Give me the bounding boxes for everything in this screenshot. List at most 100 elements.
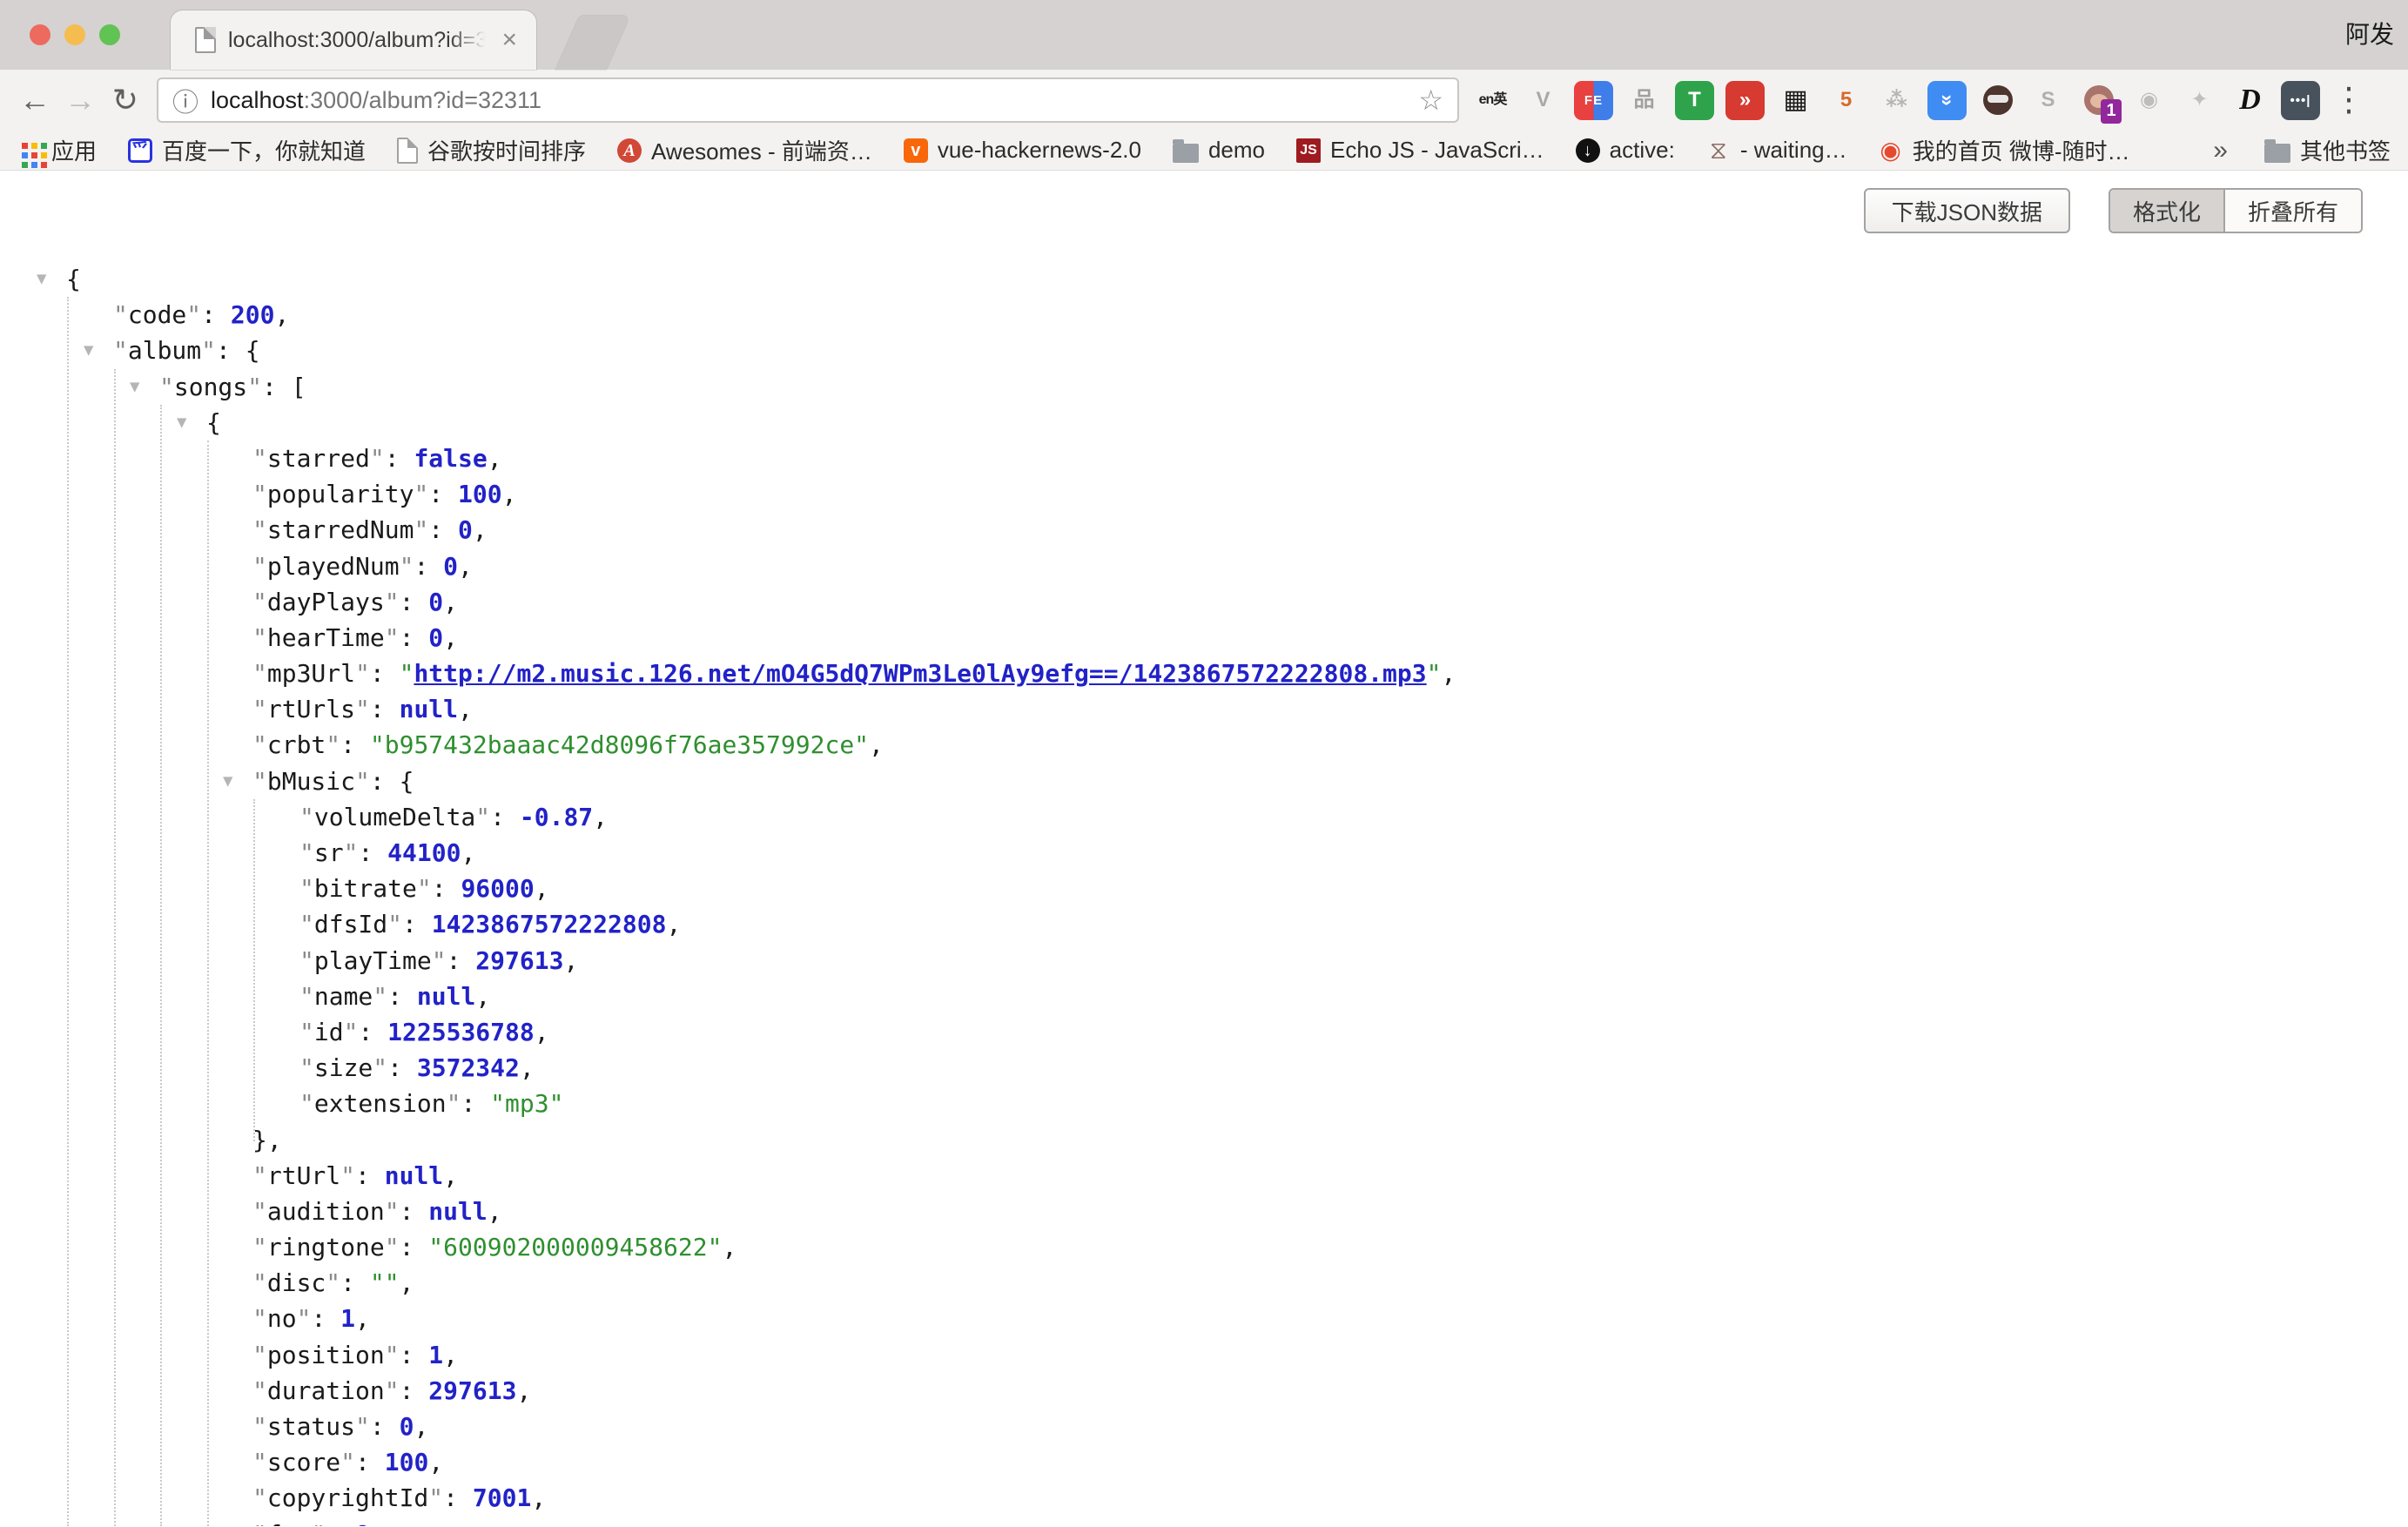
json-token: , — [593, 803, 608, 831]
traffic-lights — [30, 24, 120, 45]
apps-grid-icon — [17, 138, 42, 163]
bookmark-item[interactable]: demo — [1173, 137, 1265, 164]
json-key: duration — [267, 1376, 385, 1405]
json-line-mp3Url: "mp3Url": "http://m2.music.126.net/mO4G5… — [0, 656, 2408, 691]
d-icon[interactable]: D — [2230, 81, 2270, 120]
close-window-button[interactable] — [30, 24, 50, 45]
download-json-button[interactable]: 下载JSON数据 — [1864, 188, 2070, 233]
minimize-window-button[interactable] — [64, 24, 85, 45]
paw-icon[interactable]: ⁂ — [1877, 81, 1916, 120]
json-link-value[interactable]: http://m2.music.126.net/mO4G5dQ7WPm3Le0l… — [414, 659, 1426, 688]
folder-icon — [1173, 144, 1199, 163]
json-token: " — [373, 1053, 387, 1082]
json-key: disc — [267, 1268, 326, 1297]
qr-code-icon[interactable]: ▦ — [1776, 81, 1815, 120]
json-num-value: 8 — [355, 1520, 370, 1526]
bookmark-label: active: — [1610, 137, 1675, 164]
json-token: , — [458, 695, 473, 723]
format-button[interactable]: 格式化 — [2110, 190, 2225, 232]
bookmark-item[interactable]: 应用 — [17, 134, 97, 166]
html5-player-icon: 5 — [1840, 90, 1852, 111]
json-line-starred: "starred": false, — [0, 441, 2408, 476]
bookmark-item[interactable]: 爫百度一下，你就知道 — [128, 134, 366, 166]
monkey-icon[interactable]: 1 — [2079, 81, 2118, 120]
ninja-icon[interactable] — [1978, 81, 2017, 120]
json-line-dayPlays: "dayPlays": 0, — [0, 584, 2408, 620]
tampermonkey-icon: T — [1688, 90, 1701, 111]
json-token: , — [461, 838, 475, 867]
json-token: " — [297, 1304, 312, 1333]
json-open-bracket: { — [400, 767, 414, 796]
indent-guide — [207, 441, 209, 1526]
collapse-arrow-icon[interactable]: ▼ — [84, 333, 93, 368]
json-token: " — [252, 1268, 267, 1297]
html5-player-icon[interactable]: 5 — [1826, 81, 1866, 120]
browser-tab[interactable]: localhost:3000/album?id=323 × — [171, 10, 536, 70]
collapse-arrow-icon[interactable]: ▼ — [177, 405, 186, 441]
s-icon[interactable]: S — [2028, 81, 2068, 120]
json-token: " — [344, 838, 359, 867]
bookmark-item[interactable]: ◉我的首页 微博-随时… — [1879, 134, 2130, 166]
dots-tile-icon[interactable]: •••| — [2281, 81, 2320, 120]
weibo-gray-icon[interactable]: ◉ — [2129, 81, 2169, 120]
new-tab-button[interactable] — [555, 16, 630, 70]
json-bool-value: false — [414, 444, 487, 473]
json-token: " — [355, 1412, 370, 1441]
json-token: " — [252, 552, 267, 581]
bookmark-item[interactable]: AAwesomes - 前端资… — [617, 134, 872, 166]
tab-close-icon[interactable]: × — [501, 27, 517, 53]
indent-guide — [67, 297, 69, 1526]
json-token: " — [299, 982, 314, 1011]
json-token: , — [1441, 659, 1456, 688]
json-num-value: 96000 — [461, 874, 534, 903]
json-token: : — [358, 838, 387, 867]
bookmark-star-icon[interactable]: ☆ — [1418, 84, 1443, 117]
hummingbird-icon[interactable]: ✦ — [2180, 81, 2219, 120]
json-token: , — [400, 1268, 414, 1297]
json-string-value: "" — [370, 1268, 400, 1297]
json-token: " — [447, 1089, 461, 1118]
bookmark-item[interactable]: vvue-hackernews-2.0 — [904, 137, 1141, 164]
json-open-bracket: { — [66, 265, 81, 293]
video-speed-icon[interactable]: » — [1725, 81, 1765, 120]
tampermonkey-icon[interactable]: T — [1675, 81, 1714, 120]
bookmark-item[interactable]: ↓active: — [1576, 137, 1675, 164]
collapse-arrow-icon[interactable]: ▼ — [223, 764, 232, 799]
address-bar[interactable]: ⓘ localhost :3000/album?id=32311 ☆ — [157, 77, 1459, 123]
collapse-all-button[interactable]: 折叠所有 — [2225, 190, 2361, 232]
bookmark-item[interactable]: ⧖- waiting… — [1706, 137, 1847, 164]
back-icon[interactable]: ← — [12, 84, 57, 116]
json-actions: 下载JSON数据 格式化 折叠所有 — [1864, 188, 2363, 233]
translate-icon[interactable]: en英 — [1473, 81, 1512, 120]
site-info-icon[interactable]: ⓘ — [172, 81, 198, 119]
collapse-arrow-icon[interactable]: ▼ — [130, 369, 139, 405]
collapse-arrow-icon[interactable]: ▼ — [37, 261, 46, 297]
vimium-icon[interactable]: » — [1927, 81, 1967, 120]
reload-icon[interactable]: ↻ — [103, 84, 148, 116]
json-token: " — [252, 588, 267, 616]
json-line-rtUrl: "rtUrl": null, — [0, 1158, 2408, 1194]
bookmarks-overflow-chevron-icon[interactable]: » — [2213, 136, 2228, 165]
sitemap-icon[interactable]: 品 — [1624, 81, 1664, 120]
json-key: popularity — [267, 480, 414, 508]
json-token: " — [385, 588, 400, 616]
json-token: " — [252, 767, 267, 796]
json-token: , — [443, 623, 458, 652]
zoom-window-button[interactable] — [99, 24, 120, 45]
json-token: : — [340, 1268, 370, 1297]
vue-devtools-icon[interactable]: V — [1523, 81, 1563, 120]
json-key: audition — [267, 1197, 385, 1226]
bookmarks-bar: 应用爫百度一下，你就知道谷歌按时间排序 AAwesomes - 前端资… vvue-… — [0, 131, 2408, 171]
json-token: : — [443, 1483, 473, 1512]
json-token: " — [252, 515, 267, 544]
profile-name[interactable]: 阿发 — [2345, 16, 2394, 50]
bookmark-item[interactable]: JSEcho JS - JavaScri… — [1296, 137, 1544, 164]
fe-helper-icon[interactable]: FE — [1574, 81, 1613, 120]
chrome-menu-icon[interactable]: ⋮ — [2332, 84, 2365, 117]
bookmark-item[interactable]: 谷歌按时间排序 — [397, 134, 586, 166]
json-token: " — [311, 1520, 326, 1526]
json-key: size — [314, 1053, 373, 1082]
forward-icon[interactable]: → — [57, 84, 103, 116]
json-key: no — [267, 1304, 297, 1333]
other-bookmarks-folder[interactable]: 其他书签 — [2264, 134, 2391, 166]
